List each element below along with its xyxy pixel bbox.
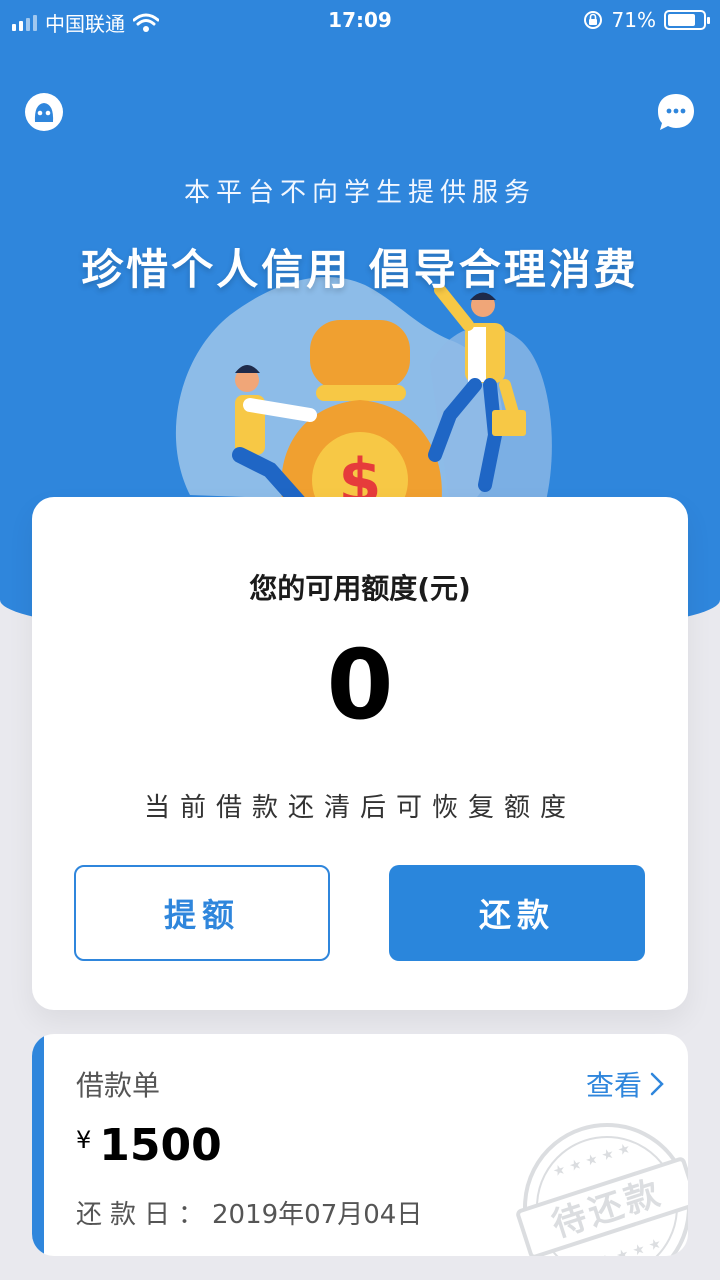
message-icon[interactable] bbox=[656, 92, 696, 132]
battery-percent: 71% bbox=[611, 8, 656, 32]
view-loan-link[interactable]: 查看 bbox=[586, 1064, 664, 1104]
loan-amount-row: ¥ 1500 bbox=[76, 1120, 222, 1171]
loan-card[interactable]: 借款单 查看 ¥ 1500 还款日：2019年07月04日 待还款 ★ ★ ★ … bbox=[32, 1034, 688, 1256]
battery-icon bbox=[664, 10, 710, 30]
header-headline: 珍惜个人信用 倡导合理消费 bbox=[81, 245, 639, 294]
robot-service-icon[interactable] bbox=[24, 92, 64, 132]
loan-accent-stripe bbox=[32, 1034, 44, 1256]
raise-limit-button[interactable]: 提额 bbox=[74, 865, 330, 961]
credit-card: 您的可用额度(元) 0 当前借款还清后可恢复额度 提额 还款 bbox=[32, 497, 688, 1010]
currency-symbol: ¥ bbox=[76, 1126, 92, 1154]
due-label: 还款日： bbox=[76, 1200, 213, 1230]
svg-text:★ ★ ★ ★ ★: ★ ★ ★ ★ ★ bbox=[551, 1140, 633, 1180]
header-subtitle: 本平台不向学生提供服务 bbox=[183, 178, 536, 208]
pending-repayment-stamp: 待还款 ★ ★ ★ ★ ★ ★ ★ ★ ★ ★ bbox=[516, 1123, 688, 1256]
status-bar: 中国联通 17:09 71% bbox=[0, 0, 720, 40]
loan-title: 借款单 bbox=[76, 1069, 161, 1102]
view-label: 查看 bbox=[585, 1069, 642, 1102]
credit-hint: 当前借款还清后可恢复额度 bbox=[143, 793, 576, 823]
chevron-right-icon bbox=[650, 1072, 664, 1096]
loan-amount: 1500 bbox=[99, 1120, 222, 1171]
credit-label: 您的可用额度(元) bbox=[249, 572, 471, 605]
credit-amount: 0 bbox=[326, 629, 394, 741]
due-date-row: 还款日：2019年07月04日 bbox=[76, 1194, 422, 1231]
due-date: 2019年07月04日 bbox=[212, 1200, 423, 1230]
rotation-lock-icon bbox=[583, 11, 602, 29]
repay-button[interactable]: 还款 bbox=[389, 865, 645, 961]
